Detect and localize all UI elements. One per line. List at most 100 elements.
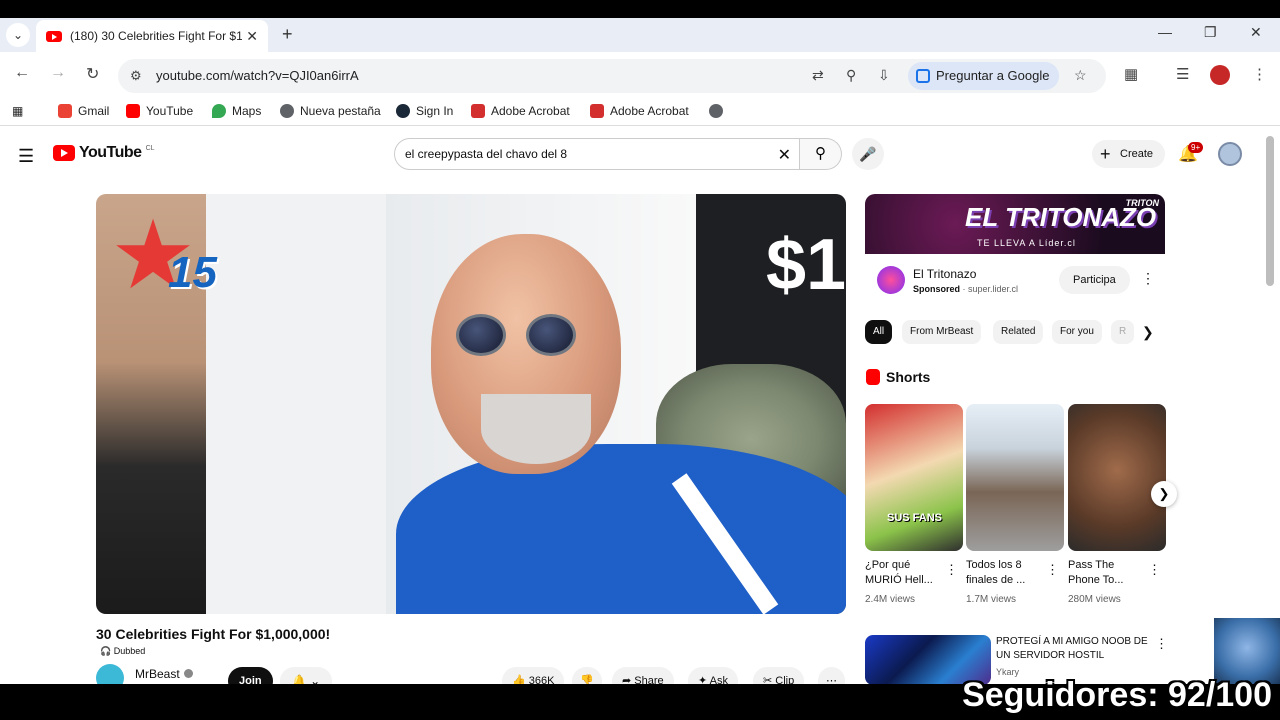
advertiser-name[interactable]: El Tritonazo (913, 267, 976, 281)
site-info-icon[interactable]: ⚙ (130, 68, 142, 84)
ad-banner-subtitle: TE LLEVA A Líder.cl (977, 238, 1076, 248)
bookmarks-bar: ▦ Gmail YouTube Maps Nueva pestaña Sign … (0, 98, 1280, 126)
ask-google-button[interactable]: Preguntar a Google (908, 62, 1060, 90)
zoom-icon[interactable]: ⚲ (846, 67, 856, 84)
ask-button[interactable]: ✦ Ask (688, 667, 739, 684)
dubbed-label: Dubbed (113, 646, 146, 656)
chip-from-mrbeast[interactable]: From MrBeast (902, 320, 982, 344)
chips-next-icon[interactable]: ❯ (1142, 324, 1154, 341)
bookmark-adobe-acrobat-2[interactable]: Adobe Acrobat (590, 104, 689, 118)
bookmark-new-tab[interactable]: Nueva pestaña (280, 104, 381, 118)
short-thumbnail-2[interactable] (966, 404, 1064, 551)
country-code: CL (145, 144, 155, 152)
short-more-icon[interactable]: ⋮ (1046, 562, 1059, 578)
video-player[interactable]: $1, ★ 15 (96, 194, 846, 614)
short-title-2[interactable]: Todos los 8 finales de ... (966, 558, 1040, 588)
browser-tab[interactable]: (180) 30 Celebrities Fight For $1,000,00… (36, 20, 268, 52)
recommended-title[interactable]: PROTEGÍ A MI AMIGO NOOB DE UN SERVIDOR H… (996, 635, 1151, 663)
video-person-beard (481, 394, 591, 464)
shorts-next-button[interactable]: ❯ (1151, 481, 1177, 507)
extensions-icon[interactable]: ▦ (1124, 65, 1138, 83)
join-button[interactable]: Join (228, 667, 273, 684)
tab-search-button[interactable]: ⌄ (6, 23, 30, 47)
advertiser-logo[interactable] (877, 266, 905, 294)
translate-icon[interactable]: ⇄ (812, 67, 824, 84)
hamburger-menu-icon[interactable]: ☰ (18, 146, 34, 167)
profile-avatar[interactable] (1210, 65, 1230, 85)
short-thumb-text: SUS FANS (887, 512, 943, 524)
restore-icon[interactable]: ❐ (1204, 24, 1217, 41)
acrobat-icon (590, 104, 604, 118)
new-tab-button[interactable]: + (282, 24, 293, 45)
bookmark-youtube[interactable]: YouTube (126, 104, 193, 118)
address-bar[interactable]: ⚙ youtube.com/watch?v=QJI0an6irrA ⇄ ⚲ ⇩ … (118, 59, 1106, 93)
minimize-icon[interactable]: — (1158, 24, 1172, 40)
bookmark-star-icon[interactable]: ☆ (1074, 67, 1087, 84)
like-button[interactable]: 👍 366K (502, 667, 565, 684)
clear-search-icon[interactable]: ✕ (778, 145, 791, 165)
globe-icon (280, 104, 294, 118)
bookmark-label: YouTube (146, 104, 194, 118)
chrome-menu-icon[interactable]: ⋮ (1252, 65, 1267, 83)
globe-icon (709, 104, 723, 118)
streamer-webcam (1214, 618, 1280, 684)
install-app-icon[interactable]: ⇩ (878, 67, 890, 84)
chip-partial[interactable]: R (1111, 320, 1135, 344)
page-scrollbar[interactable] (1266, 136, 1274, 286)
more-actions-button[interactable]: ⋯ (818, 667, 845, 684)
bookmark-maps[interactable]: Maps (212, 104, 261, 118)
account-avatar[interactable] (1218, 142, 1242, 166)
related-filter-chips: All From MrBeast Related For you R (865, 320, 1165, 346)
share-button[interactable]: ➦ Share (612, 667, 674, 684)
browser-toolbar: ← → ↻ ⚙ youtube.com/watch?v=QJI0an6irrA … (0, 52, 1280, 98)
video-badge-logo: ★ 15 (110, 208, 220, 304)
clip-label: Clip (775, 675, 795, 684)
ad-more-icon[interactable]: ⋮ (1141, 270, 1155, 287)
ad-info: El Tritonazo Sponsored · super.lider.cl … (865, 254, 1165, 308)
create-label: Create (1120, 148, 1154, 160)
short-thumbnail-1[interactable]: SUS FANS (865, 404, 963, 551)
reload-icon[interactable]: ↻ (86, 64, 99, 84)
short-title-3[interactable]: Pass The Phone To... (1068, 558, 1142, 588)
voice-search-button[interactable]: 🎤 (852, 138, 884, 170)
media-controls-icon[interactable]: ☰ (1176, 65, 1189, 83)
video-person-shirt (396, 444, 846, 614)
chip-all[interactable]: All (865, 320, 893, 344)
search-input[interactable]: el creepypasta del chavo del 8 (405, 147, 567, 161)
bookmark-label: Sign In (416, 104, 454, 118)
bookmark-label: Adobe Acrobat (610, 104, 689, 118)
close-tab-icon[interactable]: ✕ (246, 28, 258, 45)
apps-grid-icon[interactable]: ▦ (12, 104, 23, 118)
youtube-logo[interactable]: YouTube CL (53, 144, 155, 162)
chip-related[interactable]: Related (993, 320, 1044, 344)
bookmark-label: Maps (232, 104, 262, 118)
back-icon[interactable]: ← (14, 64, 30, 82)
bookmark-globe[interactable] (709, 104, 723, 118)
video-sign-text: $1, (766, 225, 846, 305)
chip-for-you[interactable]: For you (1052, 320, 1102, 344)
channel-name[interactable]: MrBeast (135, 667, 193, 681)
short-more-icon[interactable]: ⋮ (1148, 562, 1161, 578)
search-button[interactable]: ⚲ (800, 138, 842, 170)
short-more-icon[interactable]: ⋮ (945, 562, 958, 578)
ad-sponsored-line: Sponsored · super.lider.cl (913, 284, 1019, 294)
forward-icon[interactable]: → (50, 64, 66, 82)
create-button[interactable]: + Create (1092, 140, 1166, 168)
ask-label: Ask (709, 675, 729, 684)
bookmark-adobe-acrobat-1[interactable]: Adobe Acrobat (471, 104, 570, 118)
ad-cta-button[interactable]: Participa (1059, 266, 1130, 294)
window-close-icon[interactable]: ✕ (1250, 24, 1262, 41)
channel-avatar[interactable] (96, 664, 124, 684)
ad-banner[interactable]: EL TRITONAZO TE LLEVA A Líder.cl TRITON (865, 194, 1165, 254)
search-box[interactable]: el creepypasta del chavo del 8 ✕ (394, 138, 800, 170)
recommended-more-icon[interactable]: ⋮ (1155, 636, 1168, 652)
dislike-button[interactable]: 👎 (572, 667, 602, 684)
url-text[interactable]: youtube.com/watch?v=QJI0an6irrA (156, 68, 359, 83)
short-title-1[interactable]: ¿Por qué MURIÓ Hell... (865, 558, 939, 588)
subscription-bell-button[interactable]: 🔔 ⌄ (280, 667, 332, 684)
clip-button[interactable]: ✂ Clip (753, 667, 805, 684)
bookmark-sign-in[interactable]: Sign In (396, 104, 453, 118)
short-views-3: 280M views (1068, 594, 1121, 605)
bookmark-gmail[interactable]: Gmail (58, 104, 109, 118)
short-thumbnail-3[interactable] (1068, 404, 1166, 551)
